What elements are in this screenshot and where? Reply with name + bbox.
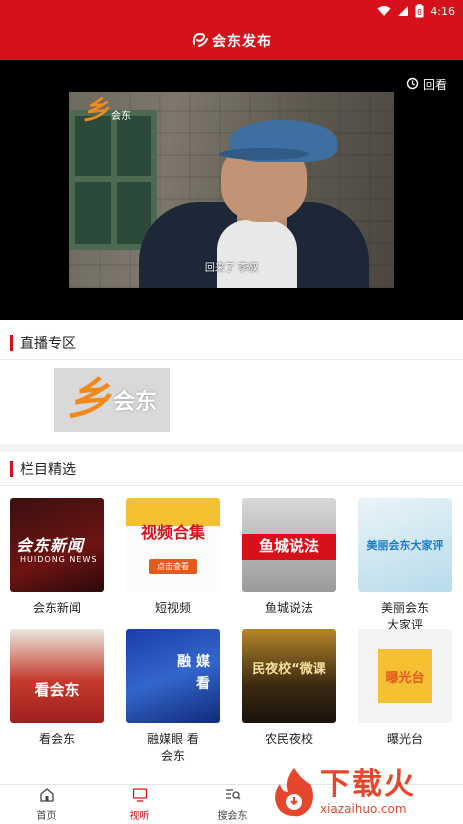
program-thumb-text: 美丽会东大家评	[366, 539, 444, 552]
page-title: 会东发布	[212, 34, 272, 50]
program-thumbnail[interactable]: 美丽会东大家评	[358, 498, 452, 592]
program-tile[interactable]: 民夜校“微课 农民夜校	[242, 629, 336, 748]
program-thumbnail[interactable]: 会东新闻 HUIDONG NEWS	[10, 498, 104, 592]
tab-label: 搜会东	[217, 811, 248, 822]
battery-icon: 8	[415, 4, 424, 18]
watermark: 下载火 xiazaihuo.com	[272, 762, 458, 822]
program-thumb-text: 看会东	[34, 680, 80, 699]
live-section-header: 直播专区	[0, 326, 463, 360]
replay-button[interactable]: 回看	[406, 76, 447, 93]
home-icon	[39, 787, 55, 807]
program-tile[interactable]: 美丽会东大家评 美丽会东 大家评	[358, 498, 452, 634]
watermark-url: xiazaihuo.com	[320, 802, 407, 816]
video-player[interactable]: 回看 乡 会东 回来了 李叔	[0, 60, 463, 320]
program-thumb-text: 会东新闻	[16, 536, 85, 555]
program-label[interactable]: 短视频	[126, 600, 220, 617]
replay-label: 回看	[422, 78, 447, 92]
live-channel-logo-icon: 乡	[66, 374, 111, 425]
svg-text:8: 8	[417, 8, 422, 17]
programs-section-title: 栏目精选	[20, 461, 76, 478]
program-tile[interactable]: 鱼城说法 鱼城说法	[242, 498, 336, 617]
program-thumb-subtext: 点击查看	[149, 558, 197, 574]
section-divider	[0, 444, 463, 452]
program-thumb-text: 融 媒 看	[177, 654, 210, 692]
channel-logo: 乡 会东	[83, 98, 131, 124]
program-label[interactable]: 曝光台	[358, 731, 452, 748]
tab-audiovisual[interactable]: 视听	[93, 785, 186, 824]
program-tile[interactable]: 曝光台 曝光台	[358, 629, 452, 748]
app-header: 会东发布	[0, 22, 463, 60]
section-accent-bar	[10, 460, 13, 477]
live-channel-card[interactable]: 乡 会东	[54, 368, 170, 432]
tv-icon	[132, 787, 148, 807]
tab-search-huidong[interactable]: 搜会东	[186, 785, 279, 824]
signal-icon	[397, 5, 409, 17]
tab-label: 首页	[36, 811, 57, 822]
program-tile[interactable]: 会东新闻 HUIDONG NEWS 会东新闻	[10, 498, 104, 617]
program-tile[interactable]: 看会东 看会东	[10, 629, 104, 748]
search-list-icon	[225, 787, 241, 807]
app-logo-icon	[191, 30, 209, 52]
program-label[interactable]: 看会东	[10, 731, 104, 748]
flame-logo-icon	[272, 766, 316, 818]
program-label[interactable]: 融媒眼 看 会东	[126, 731, 220, 765]
video-window-shape	[69, 110, 157, 250]
program-thumbnail[interactable]: 曝光台	[358, 629, 452, 723]
program-thumb-subtext: HUIDONG NEWS	[20, 555, 98, 564]
wifi-icon	[377, 5, 391, 17]
program-label[interactable]: 农民夜校	[242, 731, 336, 748]
program-thumbnail[interactable]: 视频合集 点击查看	[126, 498, 220, 592]
live-channel-logo-text: 会东	[112, 390, 157, 415]
replay-icon	[406, 77, 423, 93]
program-thumb-text: 曝光台	[385, 670, 425, 686]
programs-section-header: 栏目精选	[0, 452, 463, 486]
status-bar: 8 4:16	[0, 0, 463, 22]
tab-home[interactable]: 首页	[0, 785, 93, 824]
program-tile[interactable]: 视频合集 点击查看 短视频	[126, 498, 220, 617]
program-thumb-text: 视频合集	[140, 522, 205, 542]
program-thumbnail[interactable]: 民夜校“微课	[242, 629, 336, 723]
program-label[interactable]: 鱼城说法	[242, 600, 336, 617]
clock: 4:16	[430, 4, 455, 18]
program-thumbnail[interactable]: 融 媒 看	[126, 629, 220, 723]
program-label[interactable]: 会东新闻	[10, 600, 104, 617]
live-section-title: 直播专区	[20, 335, 76, 352]
program-thumb-text: 民夜校“微课	[252, 661, 326, 677]
tab-label: 视听	[129, 811, 150, 822]
program-thumbnail[interactable]: 鱼城说法	[242, 498, 336, 592]
section-accent-bar	[10, 334, 13, 351]
program-tile[interactable]: 融 媒 看 融媒眼 看 会东	[126, 629, 220, 765]
watermark-title: 下载火	[320, 767, 416, 802]
program-thumb-text: 鱼城说法	[258, 536, 319, 555]
channel-logo-text: 会东	[111, 111, 132, 122]
video-frame[interactable]: 乡 会东 回来了 李叔	[69, 92, 394, 288]
program-thumbnail[interactable]: 看会东	[10, 629, 104, 723]
channel-logo-icon: 乡	[83, 96, 110, 126]
video-subtitle: 回来了 李叔	[204, 263, 259, 274]
